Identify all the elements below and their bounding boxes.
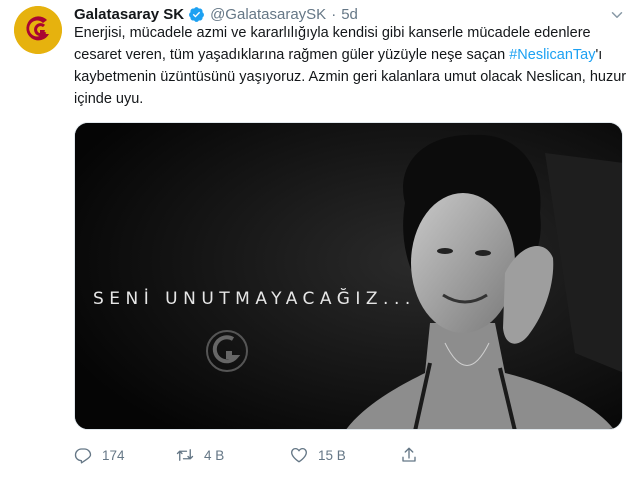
share-icon [402,447,416,462]
avatar[interactable] [14,6,62,54]
retweet-icon [176,449,194,461]
separator-dot: · [331,5,337,23]
reply-icon [74,448,92,464]
portrait-photo [75,123,622,429]
reply-button[interactable]: 174 [74,446,125,464]
retweet-button[interactable]: 4 B [176,446,224,464]
hashtag-link[interactable]: #NeslicanTay [509,47,595,63]
tweet-header: Galatasaray SK @GalatasaraySK · 5d [74,4,358,24]
tweet-timestamp[interactable]: 5d [341,6,358,23]
display-name[interactable]: Galatasaray SK [74,6,184,23]
tweet-text: Enerjisi, mücadele azmi ve kararlılığıyl… [74,22,634,110]
galatasaray-logo-icon [14,6,62,54]
retweet-count: 4 B [204,447,225,463]
like-count: 15 B [318,447,346,463]
tweet-image[interactable]: SENİ UNUTMAYACAĞIZ... [74,122,623,430]
like-button[interactable]: 15 B [290,446,346,464]
image-overlay-text: SENİ UNUTMAYACAĞIZ... [93,289,416,309]
tweet-actions: 174 4 B 15 B [74,446,474,470]
user-handle[interactable]: @GalatasaraySK [210,6,326,23]
share-button[interactable] [400,446,428,464]
heart-icon [291,447,307,463]
verified-badge-icon [189,6,205,22]
reply-count: 174 [102,447,125,463]
